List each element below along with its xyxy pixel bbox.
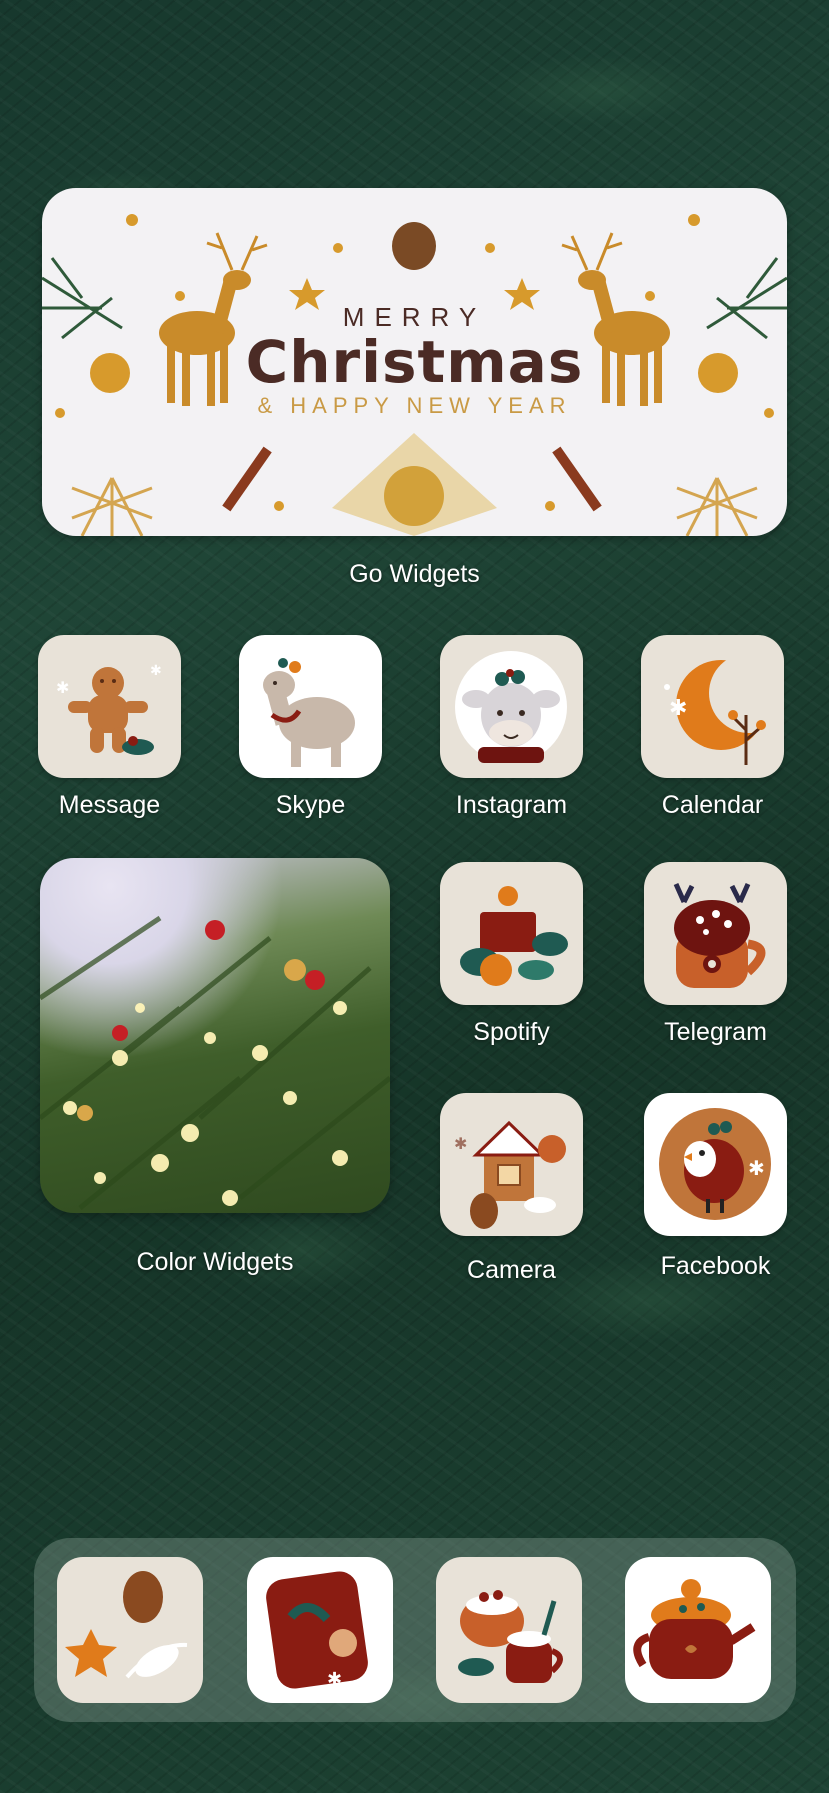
camera-app-label: Camera bbox=[467, 1256, 556, 1284]
svg-text:✱: ✱ bbox=[56, 680, 69, 697]
dock-app-1-button[interactable] bbox=[57, 1557, 203, 1703]
facebook-app-label: Facebook bbox=[660, 1252, 771, 1280]
svg-text:✱: ✱ bbox=[669, 695, 687, 720]
banner-christmas-title: Christmas bbox=[245, 328, 584, 396]
instagram-app-button[interactable] bbox=[440, 635, 583, 778]
skype-app-label: Skype bbox=[275, 791, 346, 819]
calendar-app-button[interactable]: ✱ bbox=[641, 635, 784, 778]
christmas-tree-lights-photo bbox=[40, 915, 390, 1210]
svg-text:✱: ✱ bbox=[344, 692, 356, 708]
spotify-app-label: Spotify bbox=[473, 1018, 550, 1046]
teapot-icon bbox=[633, 1579, 756, 1679]
color-widgets-label: Color Widgets bbox=[136, 1248, 294, 1276]
svg-text:✱: ✱ bbox=[150, 662, 162, 678]
dock-app-3-button[interactable] bbox=[436, 1557, 582, 1703]
banner-new-year-text: & HAPPY NEW YEAR bbox=[257, 393, 572, 418]
calendar-app-label: Calendar bbox=[661, 791, 764, 819]
robin-bird-icon: ✱ bbox=[659, 1108, 771, 1220]
message-app-label: Message bbox=[58, 791, 161, 819]
skype-app-button[interactable]: ✱ bbox=[239, 635, 382, 778]
gift-book-icon: ✱ bbox=[266, 1571, 368, 1689]
telegram-app-label: Telegram bbox=[664, 1018, 767, 1046]
svg-text:✱: ✱ bbox=[454, 1136, 467, 1153]
crescent-moon-icon: ✱ bbox=[664, 653, 784, 765]
candle-icon bbox=[460, 886, 568, 986]
svg-text:✱: ✱ bbox=[327, 1669, 342, 1689]
svg-text:✱: ✱ bbox=[748, 1158, 765, 1180]
instagram-app-label: Instagram bbox=[455, 791, 568, 819]
pinecone-cookie-icon bbox=[65, 1571, 188, 1679]
color-widgets-photo-widget[interactable] bbox=[40, 858, 390, 1213]
spotify-app-button[interactable] bbox=[440, 862, 583, 1005]
go-widgets-label: Go Widgets bbox=[349, 560, 480, 588]
reindeer-icon: ✱ bbox=[263, 658, 356, 767]
facebook-app-button[interactable]: ✱ bbox=[644, 1093, 787, 1236]
cow-icon bbox=[455, 651, 567, 763]
cocoa-mug-icon bbox=[673, 882, 766, 988]
dock-app-4-button[interactable] bbox=[625, 1557, 771, 1703]
christmas-banner-widget[interactable]: MERRY Christmas & HAPPY NEW YEAR bbox=[42, 188, 787, 536]
camera-app-button[interactable]: ✱ bbox=[440, 1093, 583, 1236]
pudding-mug-icon bbox=[458, 1590, 563, 1683]
gingerbread-house-icon: ✱ bbox=[454, 1120, 566, 1229]
gingerbread-man-icon: ✱ ✱ bbox=[56, 662, 162, 755]
telegram-app-button[interactable] bbox=[644, 862, 787, 1005]
dock-app-2-button[interactable]: ✱ bbox=[247, 1557, 393, 1703]
message-app-button[interactable]: ✱ ✱ bbox=[38, 635, 181, 778]
